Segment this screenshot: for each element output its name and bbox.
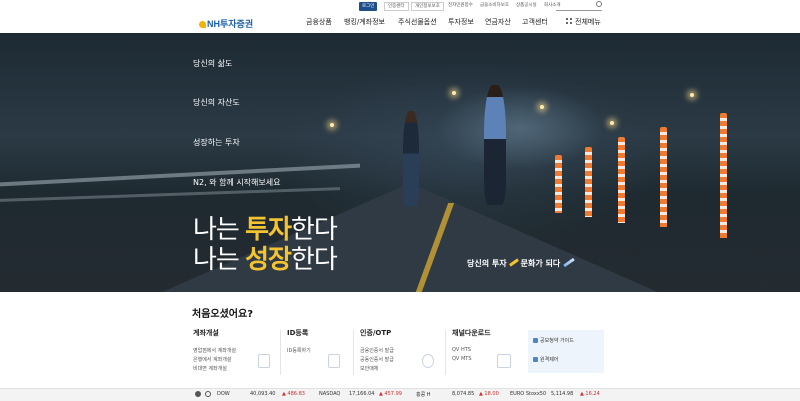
ticker-value: 40,093.40 [250,391,276,397]
util-link-complaint[interactable]: 전자민원접수 [448,2,473,8]
brand-tagline: 당신의 투자 문화가 되다 [467,257,575,269]
gnb-item-research[interactable]: 투자정보 [448,17,474,27]
login-button[interactable]: 로그인 [359,2,378,11]
logo-icon [199,21,206,28]
qv-hts-link[interactable]: QV HTS [452,347,471,353]
traffic-pole [555,155,562,213]
menu-grid-icon[interactable] [566,18,572,24]
ticker-value: 8,074.85 [452,391,475,397]
street-light [330,123,334,127]
gnb-item-banking[interactable]: 뱅킹/계좌정보 [344,17,385,27]
pause-icon[interactable] [195,391,201,397]
next-icon[interactable] [205,391,211,397]
hero-line-2: 당신의 자산도 [193,98,240,107]
account-open-branch[interactable]: 영업점에서 계좌개설 [193,347,236,354]
gnb-item-pension[interactable]: 연금자산 [485,17,511,27]
gnb-item-stocks[interactable]: 주식선물옵션 [398,17,437,27]
ticker-change: ▲ 16.24 [580,391,600,397]
ipo-guide-link[interactable]: 공모청약 가이드 [540,337,574,344]
all-menu-button[interactable]: 전체메뉴 [575,17,601,27]
pen-icon [563,257,575,268]
runner-woman [403,111,419,206]
traffic-pole [618,137,625,223]
gnb-item-products[interactable]: 금융상품 [306,17,332,27]
util-link-cert[interactable]: 인증센터 [384,2,409,11]
street-light [610,121,614,125]
channel-download-title[interactable]: 채널다운로드 [452,328,491,338]
account-card-icon [258,354,270,368]
search-icon[interactable] [596,1,602,7]
ticker-change: ▲ 18.00 [479,391,499,397]
street-light [540,105,544,109]
security-media-link[interactable]: 보안매체 [360,365,378,372]
ticker-change: ▲ 486.83 [282,391,305,397]
street-light [690,93,694,97]
traffic-pole [585,147,592,217]
hero-slogan-2: 나는 성장한다 [193,244,338,274]
remote-control-link[interactable]: 원격제어 [540,356,558,363]
util-link-consumer[interactable]: 금융소비자보호 [480,2,509,8]
util-link-disclosure[interactable]: 상품공시실 [516,2,537,8]
shield-icon [422,354,434,368]
ticker-name: NASDAQ [319,391,341,397]
divider [445,330,446,375]
qv-mts-link[interactable]: QV MTS [452,356,472,362]
monitor-icon [497,354,511,368]
hero-line-4: N2, 와 함께 시작해보세요 [193,178,281,187]
account-open-online[interactable]: 비대면 계좌개설 [193,365,227,372]
remote-icon [533,357,538,362]
account-open-bank[interactable]: 은행에서 계좌개설 [193,356,231,363]
runner-man [484,85,506,205]
id-register-link[interactable]: ID등록하기 [287,347,311,354]
ticker-change: ▲ 457.99 [379,391,402,397]
cert-joint-link[interactable]: 공동인증서 발급 [360,356,394,363]
street-light [452,91,456,95]
cert-financial-link[interactable]: 금융인증서 발급 [360,347,394,354]
ticker-value: 5,114.98 [551,391,574,397]
divider [280,330,281,375]
cert-otp-title[interactable]: 인증/OTP [360,328,391,338]
id-register-title[interactable]: ID등록 [287,328,308,338]
ticker-value: 17,166.04 [349,391,375,397]
traffic-pole [720,113,727,238]
welcome-title: 처음오셨어요? [192,309,254,320]
util-link-privacy[interactable]: 개인정보보호 [411,2,444,11]
ticker-name: DOW [217,391,230,397]
hero-banner[interactable]: 당신의 삶도 당신의 자산도 성장하는 투자 N2, 와 함께 시작해보세요 나… [0,33,800,292]
logo[interactable]: NH투자증권 [199,17,253,30]
search-input[interactable] [556,1,602,11]
hero-line-3: 성장하는 투자 [193,138,240,147]
hero-line-1: 당신의 삶도 [193,59,233,68]
gnb-item-support[interactable]: 고객센터 [522,17,548,27]
account-open-title[interactable]: 계좌개설 [193,328,219,338]
divider [353,330,354,375]
ticker-name: 홍콩 H [416,392,431,398]
pen-icon [508,258,519,267]
traffic-pole [660,127,667,227]
id-card-icon [328,354,340,368]
ticker-name: EURO Stoxx50 [510,391,547,397]
subscription-icon [533,338,538,343]
